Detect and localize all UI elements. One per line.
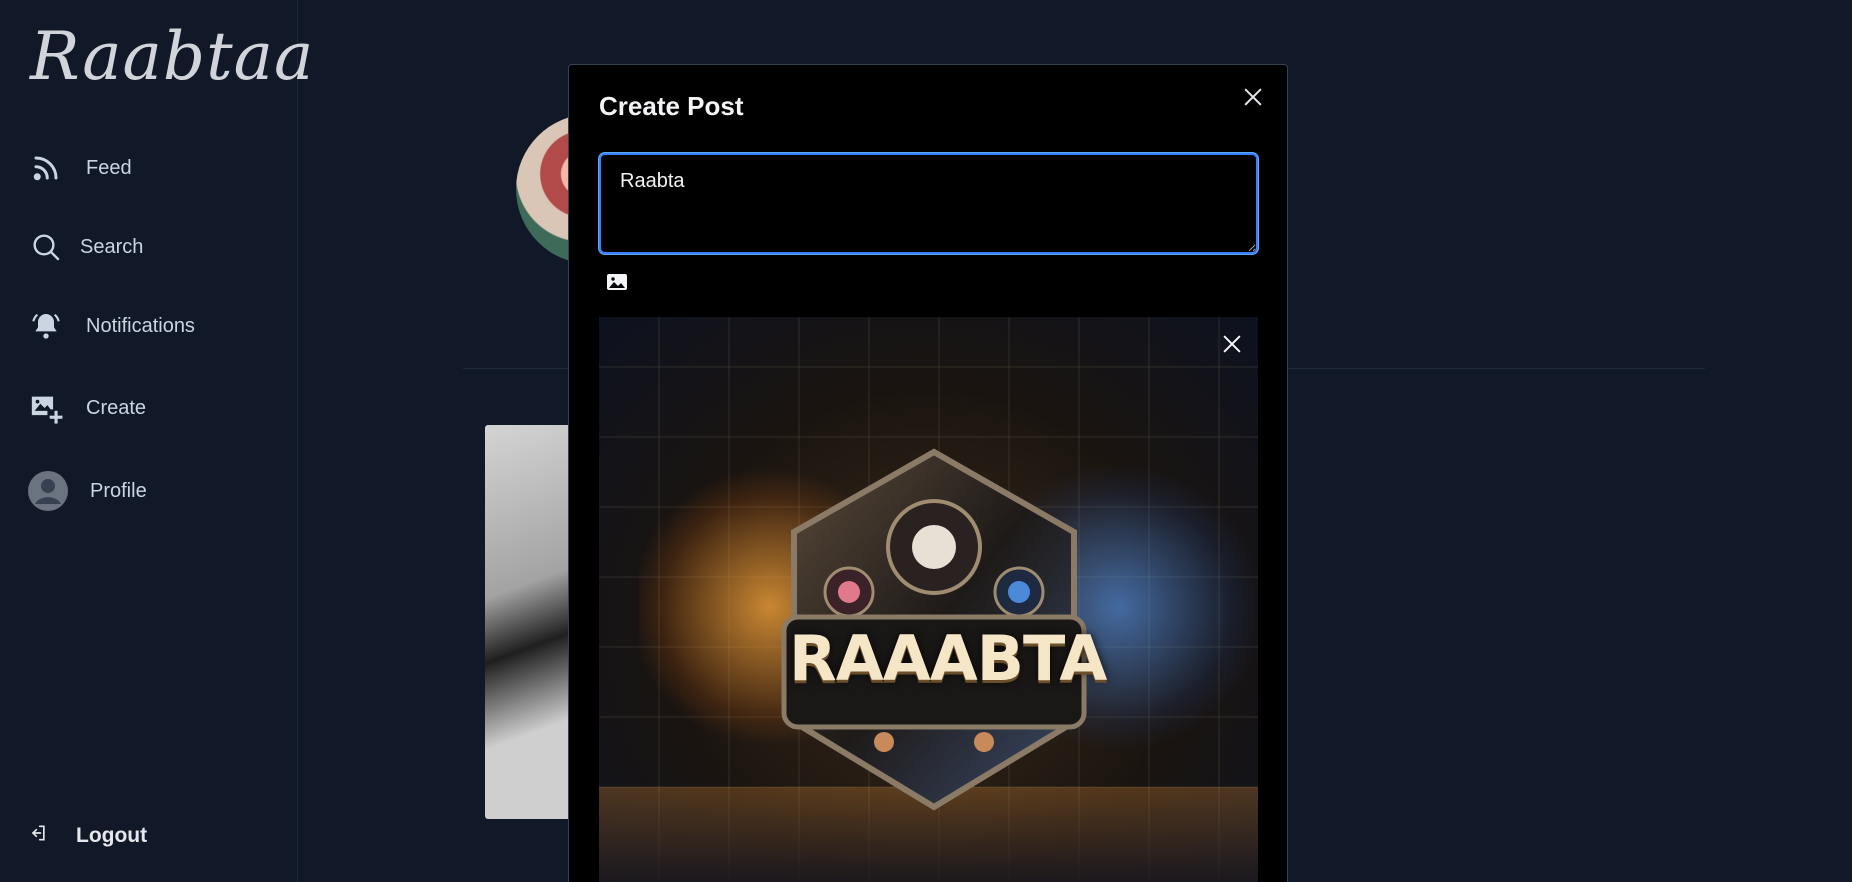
sidebar-item-label: Create [86, 396, 147, 419]
sidebar-item-label: Notifications [86, 314, 195, 337]
sidebar-item-label: Search [80, 235, 144, 258]
app-logo[interactable]: Raabtaa [30, 18, 314, 95]
add-image-icon [28, 390, 64, 426]
logout-icon [28, 823, 48, 849]
sidebar-item-label: Feed [86, 156, 132, 179]
sidebar-item-profile[interactable]: Profile [28, 471, 147, 511]
rss-icon [28, 150, 64, 186]
sidebar-item-notifications[interactable]: Notifications [28, 308, 195, 344]
user-avatar-icon [28, 471, 68, 511]
sidebar-item-label: Profile [90, 479, 147, 502]
close-icon [1223, 335, 1241, 353]
sidebar-item-create[interactable]: Create [28, 390, 146, 426]
modal-title: Create Post [599, 91, 744, 121]
logout-button[interactable]: Logout [28, 823, 147, 849]
close-modal-button[interactable] [1239, 83, 1267, 111]
sidebar-item-feed[interactable]: Feed [28, 150, 132, 186]
close-icon [1244, 88, 1262, 106]
image-preview: RAAABTA [599, 317, 1258, 882]
post-text-input[interactable] [599, 153, 1258, 254]
image-icon [607, 274, 627, 290]
sidebar-item-search[interactable]: Search [28, 229, 143, 265]
preview-brand-text: RAAABTA [789, 622, 1107, 695]
remove-image-button[interactable] [1221, 333, 1249, 361]
sidebar: Raabtaa Feed Search Notifications Create… [0, 0, 313, 882]
create-post-modal: Create Post Raabta RAAABTA [568, 64, 1288, 882]
logout-label: Logout [76, 824, 148, 847]
search-icon [28, 229, 64, 265]
bell-icon [28, 308, 64, 344]
add-photo-button[interactable] [605, 270, 629, 294]
